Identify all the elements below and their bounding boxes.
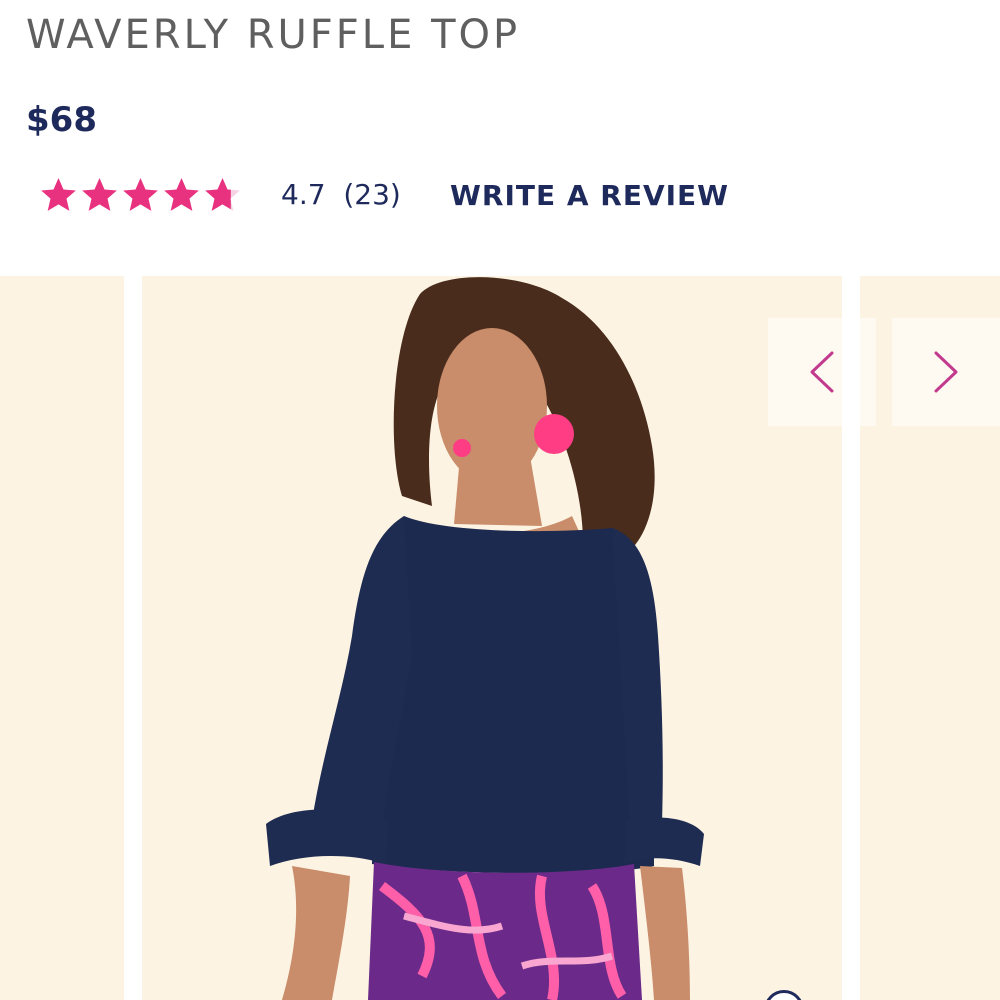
product-image-carousel[interactable] <box>0 276 1000 1000</box>
star-icon <box>82 178 117 211</box>
carousel-slide-current[interactable] <box>142 276 842 1000</box>
chevron-right-icon <box>934 351 958 393</box>
carousel-next-button[interactable] <box>892 318 1000 426</box>
chevron-left-icon <box>810 351 834 393</box>
rating-summary: 4.7 (23) <box>281 178 401 211</box>
carousel-slide-previous[interactable] <box>0 276 124 1000</box>
carousel-prev-button[interactable] <box>768 318 876 426</box>
write-review-link[interactable]: WRITE A REVIEW <box>450 179 729 212</box>
product-photo <box>142 276 842 1000</box>
product-price: $68 <box>26 100 97 140</box>
rating-row: 4.7 (23) WRITE A REVIEW <box>38 172 758 218</box>
star-icon <box>164 178 199 211</box>
star-icon <box>123 178 158 211</box>
product-title: WAVERLY RUFFLE TOP <box>26 12 521 58</box>
star-icon <box>41 178 76 211</box>
star-half-icon <box>205 178 240 211</box>
star-rating[interactable] <box>38 172 243 218</box>
